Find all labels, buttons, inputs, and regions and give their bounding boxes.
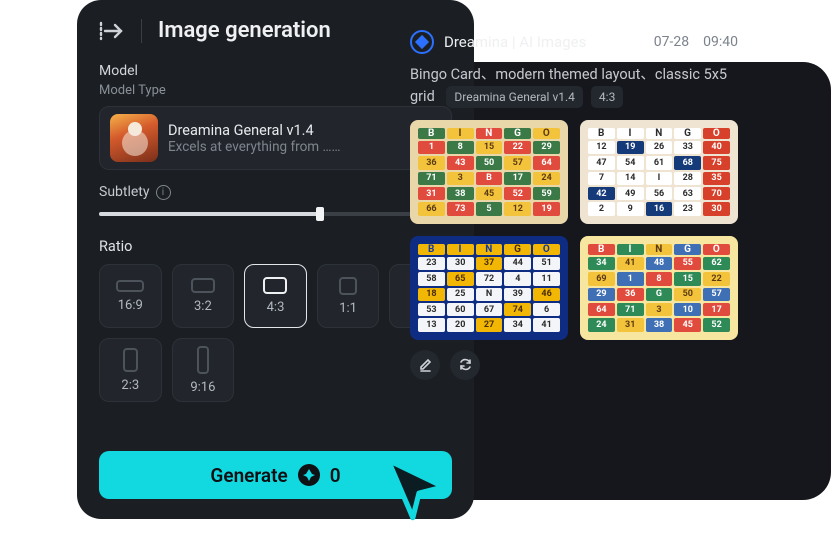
header-separator: [141, 19, 142, 43]
ratio-shape-icon: [263, 277, 287, 294]
ratio-tile-label: 3:2: [194, 299, 212, 314]
generate-label: Generate: [210, 464, 287, 487]
ratio-tile-3x2[interactable]: 3:2: [172, 264, 235, 328]
ratio-tile-9x16[interactable]: 9:16: [172, 338, 235, 402]
ratio-shape-icon: [197, 346, 209, 374]
generate-button[interactable]: Generate 0: [99, 451, 452, 499]
result-thumbnail[interactable]: BINGO181522293643505764713B1724313845525…: [410, 120, 568, 224]
collapse-panel-icon[interactable]: [99, 20, 125, 42]
result-chip: 4:3: [591, 86, 623, 108]
ratio-shape-icon: [123, 348, 138, 372]
ratio-tile-1x1[interactable]: 1:1: [317, 264, 380, 328]
result-time: 09:40: [703, 34, 738, 50]
ratio-tile-label: 2:3: [121, 378, 139, 393]
result-date: 07-28: [654, 34, 689, 50]
ratio-tile-2x3[interactable]: 2:3: [99, 338, 162, 402]
credits-icon: [298, 464, 320, 486]
ratio-tile-4x3[interactable]: 4:3: [244, 264, 307, 328]
model-name: Dreamina General v1.4: [168, 122, 411, 139]
ratio-tile-label: 4:3: [267, 300, 285, 315]
result-source: Dreamina | AI Images: [444, 33, 586, 51]
regenerate-button[interactable]: [450, 350, 480, 380]
ratio-label: Ratio: [99, 238, 132, 255]
ratio-tile-label: 9:16: [190, 380, 215, 395]
subtlety-slider-thumb[interactable]: [316, 207, 324, 221]
ratio-shape-icon: [116, 280, 144, 292]
subtlety-label: Subtlety: [99, 184, 150, 200]
ratio-tile-label: 16:9: [118, 298, 143, 313]
result-thumbnail[interactable]: BINGO23303744515865724111825N39465360677…: [410, 236, 568, 340]
credits-count: 0: [330, 464, 341, 487]
subtlety-slider-fill: [99, 212, 320, 216]
ratio-shape-icon: [191, 278, 215, 293]
ratio-tile-label: 1:1: [339, 301, 357, 316]
page-title: Image generation: [158, 18, 331, 43]
model-type-label: Model Type: [99, 83, 452, 98]
edit-button[interactable]: [410, 350, 440, 380]
result-thumbnail[interactable]: BINGO3441485562691815222936G505764713101…: [580, 236, 738, 340]
ratio-shape-icon: [339, 277, 357, 295]
result-chip: Dreamina General v1.4: [446, 86, 583, 108]
info-icon[interactable]: i: [156, 185, 171, 200]
result-grid: BINGO181522293643505764713B1724313845525…: [410, 120, 738, 340]
result-chips: Dreamina General v1.4 4:3: [446, 86, 623, 108]
ratio-tile-16x9[interactable]: 16:9: [99, 264, 162, 328]
model-section-label: Model: [99, 63, 452, 79]
model-selector[interactable]: Dreamina General v1.4 Excels at everythi…: [99, 106, 452, 170]
dreamina-logo-icon: [410, 30, 434, 54]
ratio-grid: 16:93:24:31:13:42:39:16: [99, 264, 452, 402]
results-column: Dreamina | AI Images 07-28 09:40 Bingo C…: [410, 30, 738, 380]
subtlety-slider[interactable]: [99, 212, 414, 216]
model-thumbnail: [110, 114, 158, 162]
result-thumbnail[interactable]: BINGO12192633404754616875714I28354249566…: [580, 120, 738, 224]
model-description: Excels at everything from ……: [168, 139, 411, 155]
